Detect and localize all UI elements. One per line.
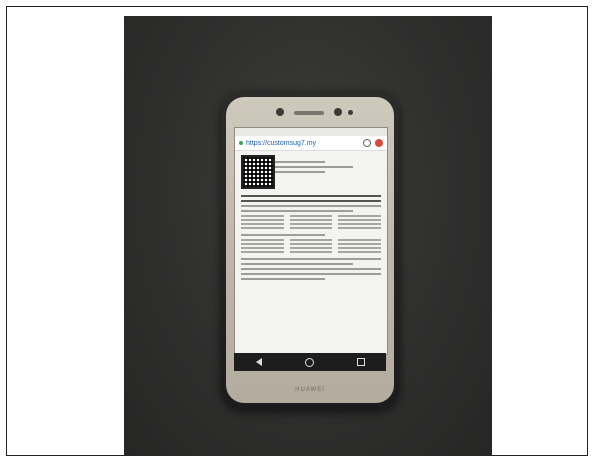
- text-row: [241, 219, 382, 221]
- photo: https://customsug7.my HUAWEI: [124, 16, 492, 456]
- earpiece: [294, 111, 324, 115]
- nav-back-icon[interactable]: [255, 358, 262, 366]
- front-camera-icon: [276, 108, 284, 116]
- text-row: [241, 239, 382, 241]
- phone-body: https://customsug7.my HUAWEI: [226, 97, 394, 403]
- url-text[interactable]: https://customsug7.my: [246, 140, 360, 147]
- status-bar: [235, 128, 387, 136]
- phone-screen: https://customsug7.my: [234, 127, 388, 355]
- lock-icon: [239, 141, 243, 145]
- brand-logo: HUAWEI: [295, 387, 325, 393]
- nav-recent-icon[interactable]: [356, 358, 365, 366]
- text-line: [241, 258, 381, 260]
- qr-code: [241, 155, 275, 189]
- sensor-icon: [348, 110, 353, 115]
- document-content: [235, 151, 387, 287]
- text-row: [241, 223, 382, 225]
- text-line: [241, 278, 325, 280]
- text-line: [241, 234, 325, 236]
- text-line: [241, 200, 381, 202]
- text-line: [241, 263, 353, 265]
- text-line: [241, 195, 381, 197]
- text-line: [241, 273, 381, 275]
- smartphone: https://customsug7.my HUAWEI: [221, 91, 399, 409]
- text-line: [241, 268, 381, 270]
- browser-url-bar[interactable]: https://customsug7.my: [235, 136, 387, 151]
- text-line: [241, 210, 353, 212]
- nav-home-icon[interactable]: [304, 357, 314, 367]
- sensor-icon: [334, 108, 342, 116]
- android-nav-bar: [234, 353, 386, 371]
- text-row: [241, 251, 382, 253]
- tabs-icon[interactable]: [363, 139, 371, 147]
- text-row: [241, 227, 382, 229]
- menu-icon[interactable]: [375, 139, 383, 147]
- text-row: [241, 215, 382, 217]
- text-row: [241, 243, 382, 245]
- text-row: [241, 247, 382, 249]
- text-line: [241, 205, 381, 207]
